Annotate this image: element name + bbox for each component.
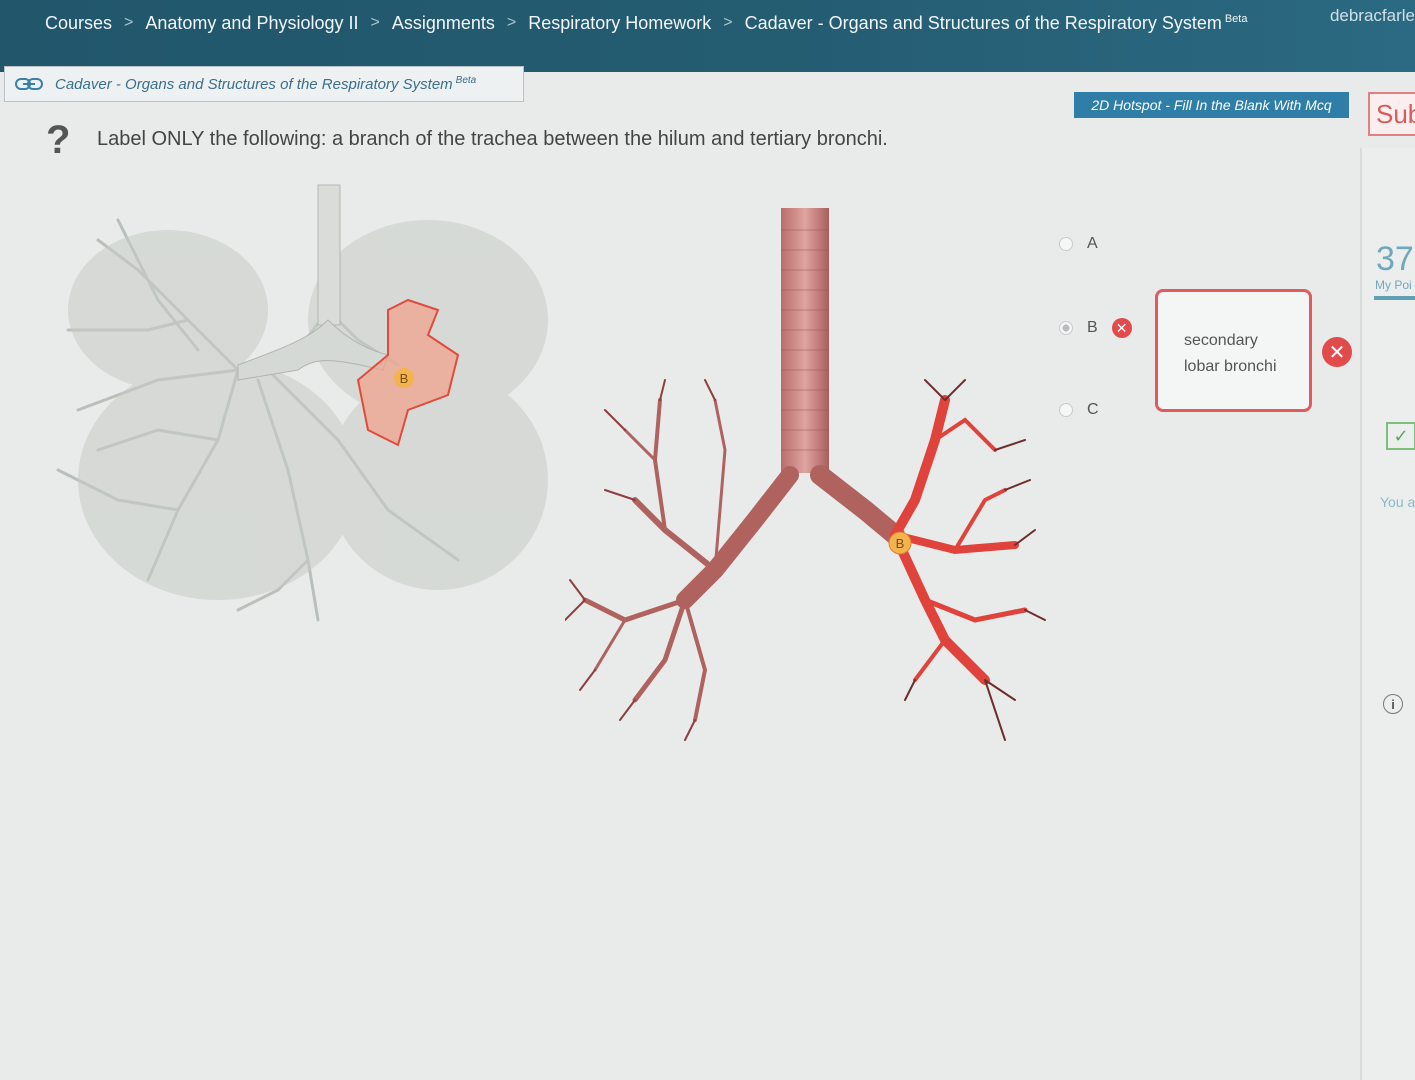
lung-cast-image[interactable]: B [38, 180, 568, 635]
option-c-radio[interactable] [1059, 403, 1073, 417]
user-menu[interactable]: debracfarle [1330, 6, 1415, 26]
info-icon[interactable]: i [1383, 694, 1403, 714]
hotspot-marker: B [896, 536, 905, 551]
points-value: 37 [1376, 240, 1414, 278]
question-type-badge: 2D Hotspot - Fill In the Blank With Mcq [1074, 92, 1349, 118]
submit-button[interactable]: Sub [1368, 92, 1415, 136]
hotspot-marker: B [400, 371, 409, 386]
assignment-title-label: Cadaver - Organs and Structures of the R… [55, 76, 453, 93]
option-a-label: A [1087, 235, 1098, 252]
points-progress-bar [1374, 296, 1415, 300]
answer-input[interactable]: secondary lobar bronchi [1155, 289, 1312, 412]
beta-badge: Beta [1224, 12, 1248, 25]
chevron-right-icon: > [506, 14, 517, 31]
beta-badge: Beta [455, 75, 477, 86]
option-b-radio[interactable] [1059, 321, 1073, 335]
chevron-right-icon: > [124, 14, 134, 31]
top-nav-bar: Courses > Anatomy and Physiology II > As… [0, 0, 1415, 72]
option-b[interactable]: B ✕ [1059, 318, 1132, 338]
x-icon: ✕ [1111, 318, 1132, 338]
question-mark-icon: ? [46, 118, 71, 162]
question-text: Label ONLY the following: a branch of th… [97, 128, 888, 150]
breadcrumb-courses[interactable]: Courses [45, 13, 112, 34]
points-label: My Poi [1375, 278, 1412, 292]
option-a[interactable]: A [1059, 235, 1098, 253]
chevron-right-icon: > [723, 14, 733, 31]
assignment-title: Cadaver - Organs and Structures of the R… [55, 75, 476, 93]
option-c[interactable]: C [1059, 401, 1099, 419]
assignment-title-chip[interactable]: Cadaver - Organs and Structures of the R… [4, 66, 524, 102]
bronchial-tree-image[interactable]: B [565, 200, 1055, 750]
x-icon: ✕ [1322, 337, 1352, 367]
breadcrumb-current[interactable]: Cadaver - Organs and Structures of the R… [745, 13, 1248, 34]
check-icon[interactable]: ✓ [1386, 422, 1415, 450]
breadcrumb-current-label: Cadaver - Organs and Structures of the R… [744, 12, 1222, 33]
breadcrumb-course[interactable]: Anatomy and Physiology II [145, 13, 358, 34]
option-a-radio[interactable] [1059, 237, 1073, 251]
answer-line-2: lobar bronchi [1184, 358, 1277, 375]
breadcrumb-homework[interactable]: Respiratory Homework [528, 13, 711, 34]
answer-line-1: secondary [1184, 332, 1258, 349]
option-b-label: B [1087, 319, 1098, 336]
option-c-label: C [1087, 401, 1099, 418]
breadcrumb: Courses > Anatomy and Physiology II > As… [45, 8, 1247, 38]
link-icon [15, 78, 43, 90]
chevron-right-icon: > [370, 14, 380, 31]
status-text: You a [1380, 494, 1415, 510]
breadcrumb-assignments[interactable]: Assignments [392, 13, 495, 34]
